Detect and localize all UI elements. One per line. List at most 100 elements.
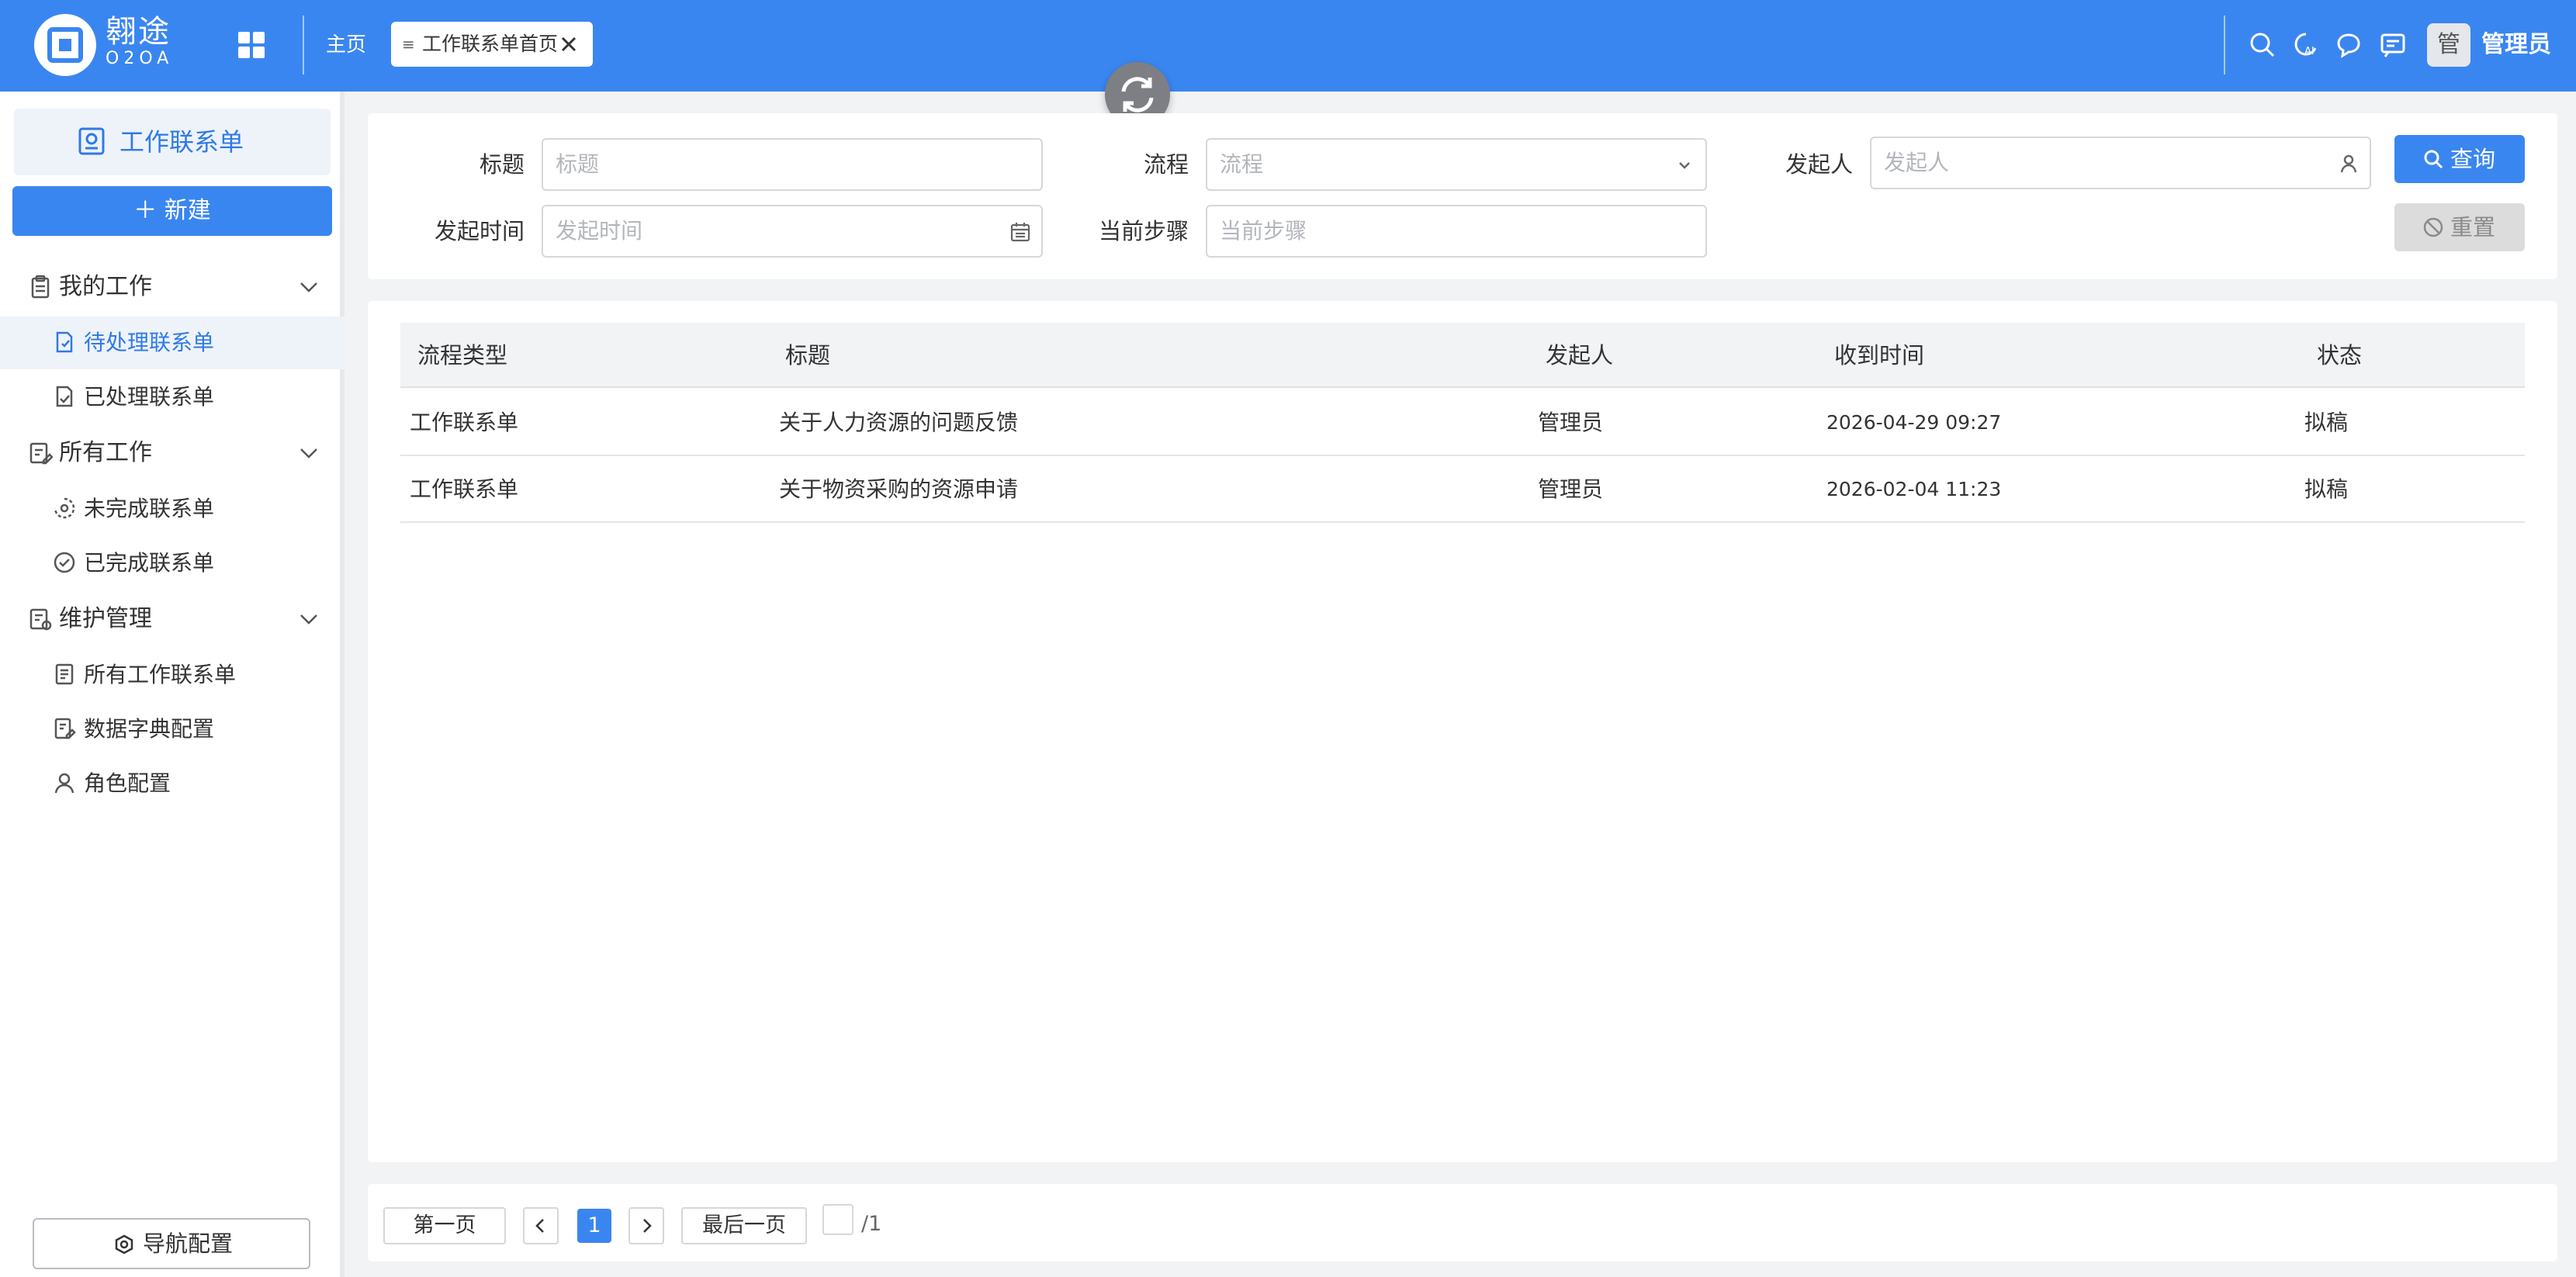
sidebar-item-roles[interactable]: 角色配置: [0, 757, 345, 810]
app-title[interactable]: 工作联系单: [14, 109, 331, 175]
sidebar-item-label: 数据字典配置: [84, 716, 215, 742]
sidebar-item-processed[interactable]: 已处理联系单: [0, 371, 345, 424]
cell-received-time: 2026-04-29 09:27: [1826, 411, 2002, 434]
nav-config-label: 导航配置: [143, 1230, 234, 1257]
pagination: 第一页 1 最后一页 /1: [368, 1184, 2557, 1261]
home-link[interactable]: 主页: [326, 28, 366, 62]
check-circle-icon: [53, 551, 76, 574]
chevron-down-icon[interactable]: [298, 442, 320, 464]
cell-title[interactable]: 关于人力资源的问题反馈: [779, 389, 1018, 456]
query-button[interactable]: 查询: [2394, 135, 2525, 183]
tab-label: 工作联系单首页: [422, 33, 559, 55]
start-time-placeholder: 发起时间: [556, 218, 643, 244]
reset-button-label: 重置: [2450, 214, 2496, 241]
step-label: 当前步骤: [1098, 218, 1189, 244]
user-icon: [53, 771, 76, 794]
person-icon[interactable]: [2337, 152, 2360, 175]
reset-button[interactable]: 重置: [2394, 203, 2525, 251]
chevron-down-icon[interactable]: [298, 608, 320, 630]
chat-icon[interactable]: [2334, 29, 2365, 61]
first-page-button[interactable]: 第一页: [383, 1207, 506, 1244]
chevron-left-icon: [535, 1219, 544, 1233]
sidebar-item-finished[interactable]: 已完成联系单: [0, 537, 345, 590]
prev-page-button[interactable]: [523, 1207, 559, 1244]
sidebar-item-label: 待处理联系单: [84, 330, 215, 355]
sidebar-item-all-contacts[interactable]: 所有工作联系单: [0, 649, 345, 701]
sidebar-item-dictionary[interactable]: 数据字典配置: [0, 703, 345, 756]
title-placeholder: 标题: [556, 151, 600, 177]
step-placeholder: 当前步骤: [1220, 218, 1307, 244]
column-header[interactable]: 标题: [785, 323, 830, 388]
cell-title[interactable]: 关于物资采购的资源申请: [779, 456, 1018, 523]
step-input[interactable]: 当前步骤: [1206, 205, 1707, 258]
app-icon: [76, 126, 107, 157]
settings-doc-icon: [28, 607, 53, 632]
avatar[interactable]: 管: [2427, 23, 2470, 67]
new-button[interactable]: ＋ 新建: [12, 186, 332, 236]
pending-doc-icon: [53, 330, 76, 354]
close-icon[interactable]: [559, 34, 579, 54]
creator-placeholder: 发起人: [1884, 150, 1950, 175]
chevron-down-icon[interactable]: [298, 276, 320, 298]
gear-icon: [113, 1234, 135, 1255]
title-input[interactable]: 标题: [542, 138, 1043, 191]
table-row[interactable]: 工作联系单 关于物资采购的资源申请 管理员 2026-02-04 11:23 拟…: [400, 456, 2525, 523]
document-list-icon: [53, 663, 76, 686]
search-icon[interactable]: [2247, 29, 2278, 61]
sidebar-item-unfinished[interactable]: 未完成联系单: [0, 483, 345, 535]
sidebar-item-label: 未完成联系单: [84, 496, 215, 521]
process-placeholder: 流程: [1220, 151, 1264, 177]
sidebar-item-label: 已处理联系单: [84, 384, 215, 410]
app-grid-icon[interactable]: [236, 29, 267, 61]
clipboard-icon: [28, 275, 53, 299]
title-label: 标题: [479, 151, 525, 178]
page-jump-input[interactable]: [822, 1204, 853, 1235]
ai-assistant-icon[interactable]: AI: [2290, 29, 2322, 61]
next-page-button[interactable]: [628, 1207, 664, 1244]
app-title-label: 工作联系单: [119, 127, 244, 157]
process-select[interactable]: 流程: [1206, 138, 1707, 191]
message-icon[interactable]: [2377, 29, 2408, 61]
ban-icon: [2422, 216, 2444, 238]
plus-icon: ＋: [133, 197, 164, 224]
tab-contact-home[interactable]: ≡ 工作联系单首页: [391, 22, 593, 67]
cell-creator: 管理员: [1538, 476, 1604, 502]
table-header: 流程类型 标题 发起人 收到时间 状态: [400, 323, 2525, 388]
column-header[interactable]: 收到时间: [1834, 323, 1924, 388]
page-total: /1: [861, 1212, 882, 1236]
start-time-label: 发起时间: [434, 218, 525, 244]
table-panel: 流程类型 标题 发起人 收到时间 状态 工作联系单 关于人力资源的问题反馈 管理…: [368, 301, 2557, 1162]
sidebar-group-my-work[interactable]: 我的工作: [0, 264, 345, 310]
edit-list-icon: [28, 441, 53, 465]
sidebar-item-label: 角色配置: [84, 770, 171, 796]
nav-config-button[interactable]: 导航配置: [33, 1218, 310, 1269]
table-row[interactable]: 工作联系单 关于人力资源的问题反馈 管理员 2026-04-29 09:27 拟…: [400, 389, 2525, 456]
column-header[interactable]: 流程类型: [417, 323, 507, 388]
top-bar: 翱途 O2OA 主页 ≡ 工作联系单首页 AI 管 管理员: [0, 0, 2576, 92]
column-header[interactable]: 发起人: [1546, 323, 1613, 388]
calendar-icon[interactable]: [1009, 220, 1032, 244]
brand-subtitle: O2OA: [106, 49, 174, 68]
column-header[interactable]: 状态: [2317, 323, 2362, 388]
processed-doc-icon: [53, 385, 76, 408]
query-button-label: 查询: [2450, 146, 2496, 172]
header-divider: [2224, 16, 2225, 74]
page-number-current[interactable]: 1: [577, 1209, 611, 1243]
process-label: 流程: [1143, 151, 1189, 178]
sidebar: 工作联系单 ＋ 新建 我的工作 待处理联系单 已处理联系单 所有工作 未完成联系…: [0, 92, 345, 1277]
dictionary-edit-icon: [53, 717, 76, 740]
cell-process-type: 工作联系单: [410, 476, 519, 502]
chevron-right-icon: [643, 1219, 652, 1233]
creator-input[interactable]: 发起人: [1870, 137, 2371, 189]
last-page-button[interactable]: 最后一页: [681, 1207, 807, 1244]
brand-logo-icon[interactable]: [34, 14, 96, 76]
sidebar-group-label: 所有工作: [59, 439, 152, 466]
sidebar-item-pending[interactable]: 待处理联系单: [0, 317, 345, 369]
cell-status: 拟稿: [2304, 476, 2349, 502]
start-time-input[interactable]: 发起时间: [542, 205, 1043, 258]
chevron-down-icon: [1673, 154, 1696, 177]
cell-received-time: 2026-02-04 11:23: [1826, 478, 2002, 500]
user-name[interactable]: 管理员: [2481, 28, 2551, 62]
sidebar-group-maintenance[interactable]: 维护管理: [0, 596, 345, 642]
sidebar-group-all-work[interactable]: 所有工作: [0, 430, 345, 476]
